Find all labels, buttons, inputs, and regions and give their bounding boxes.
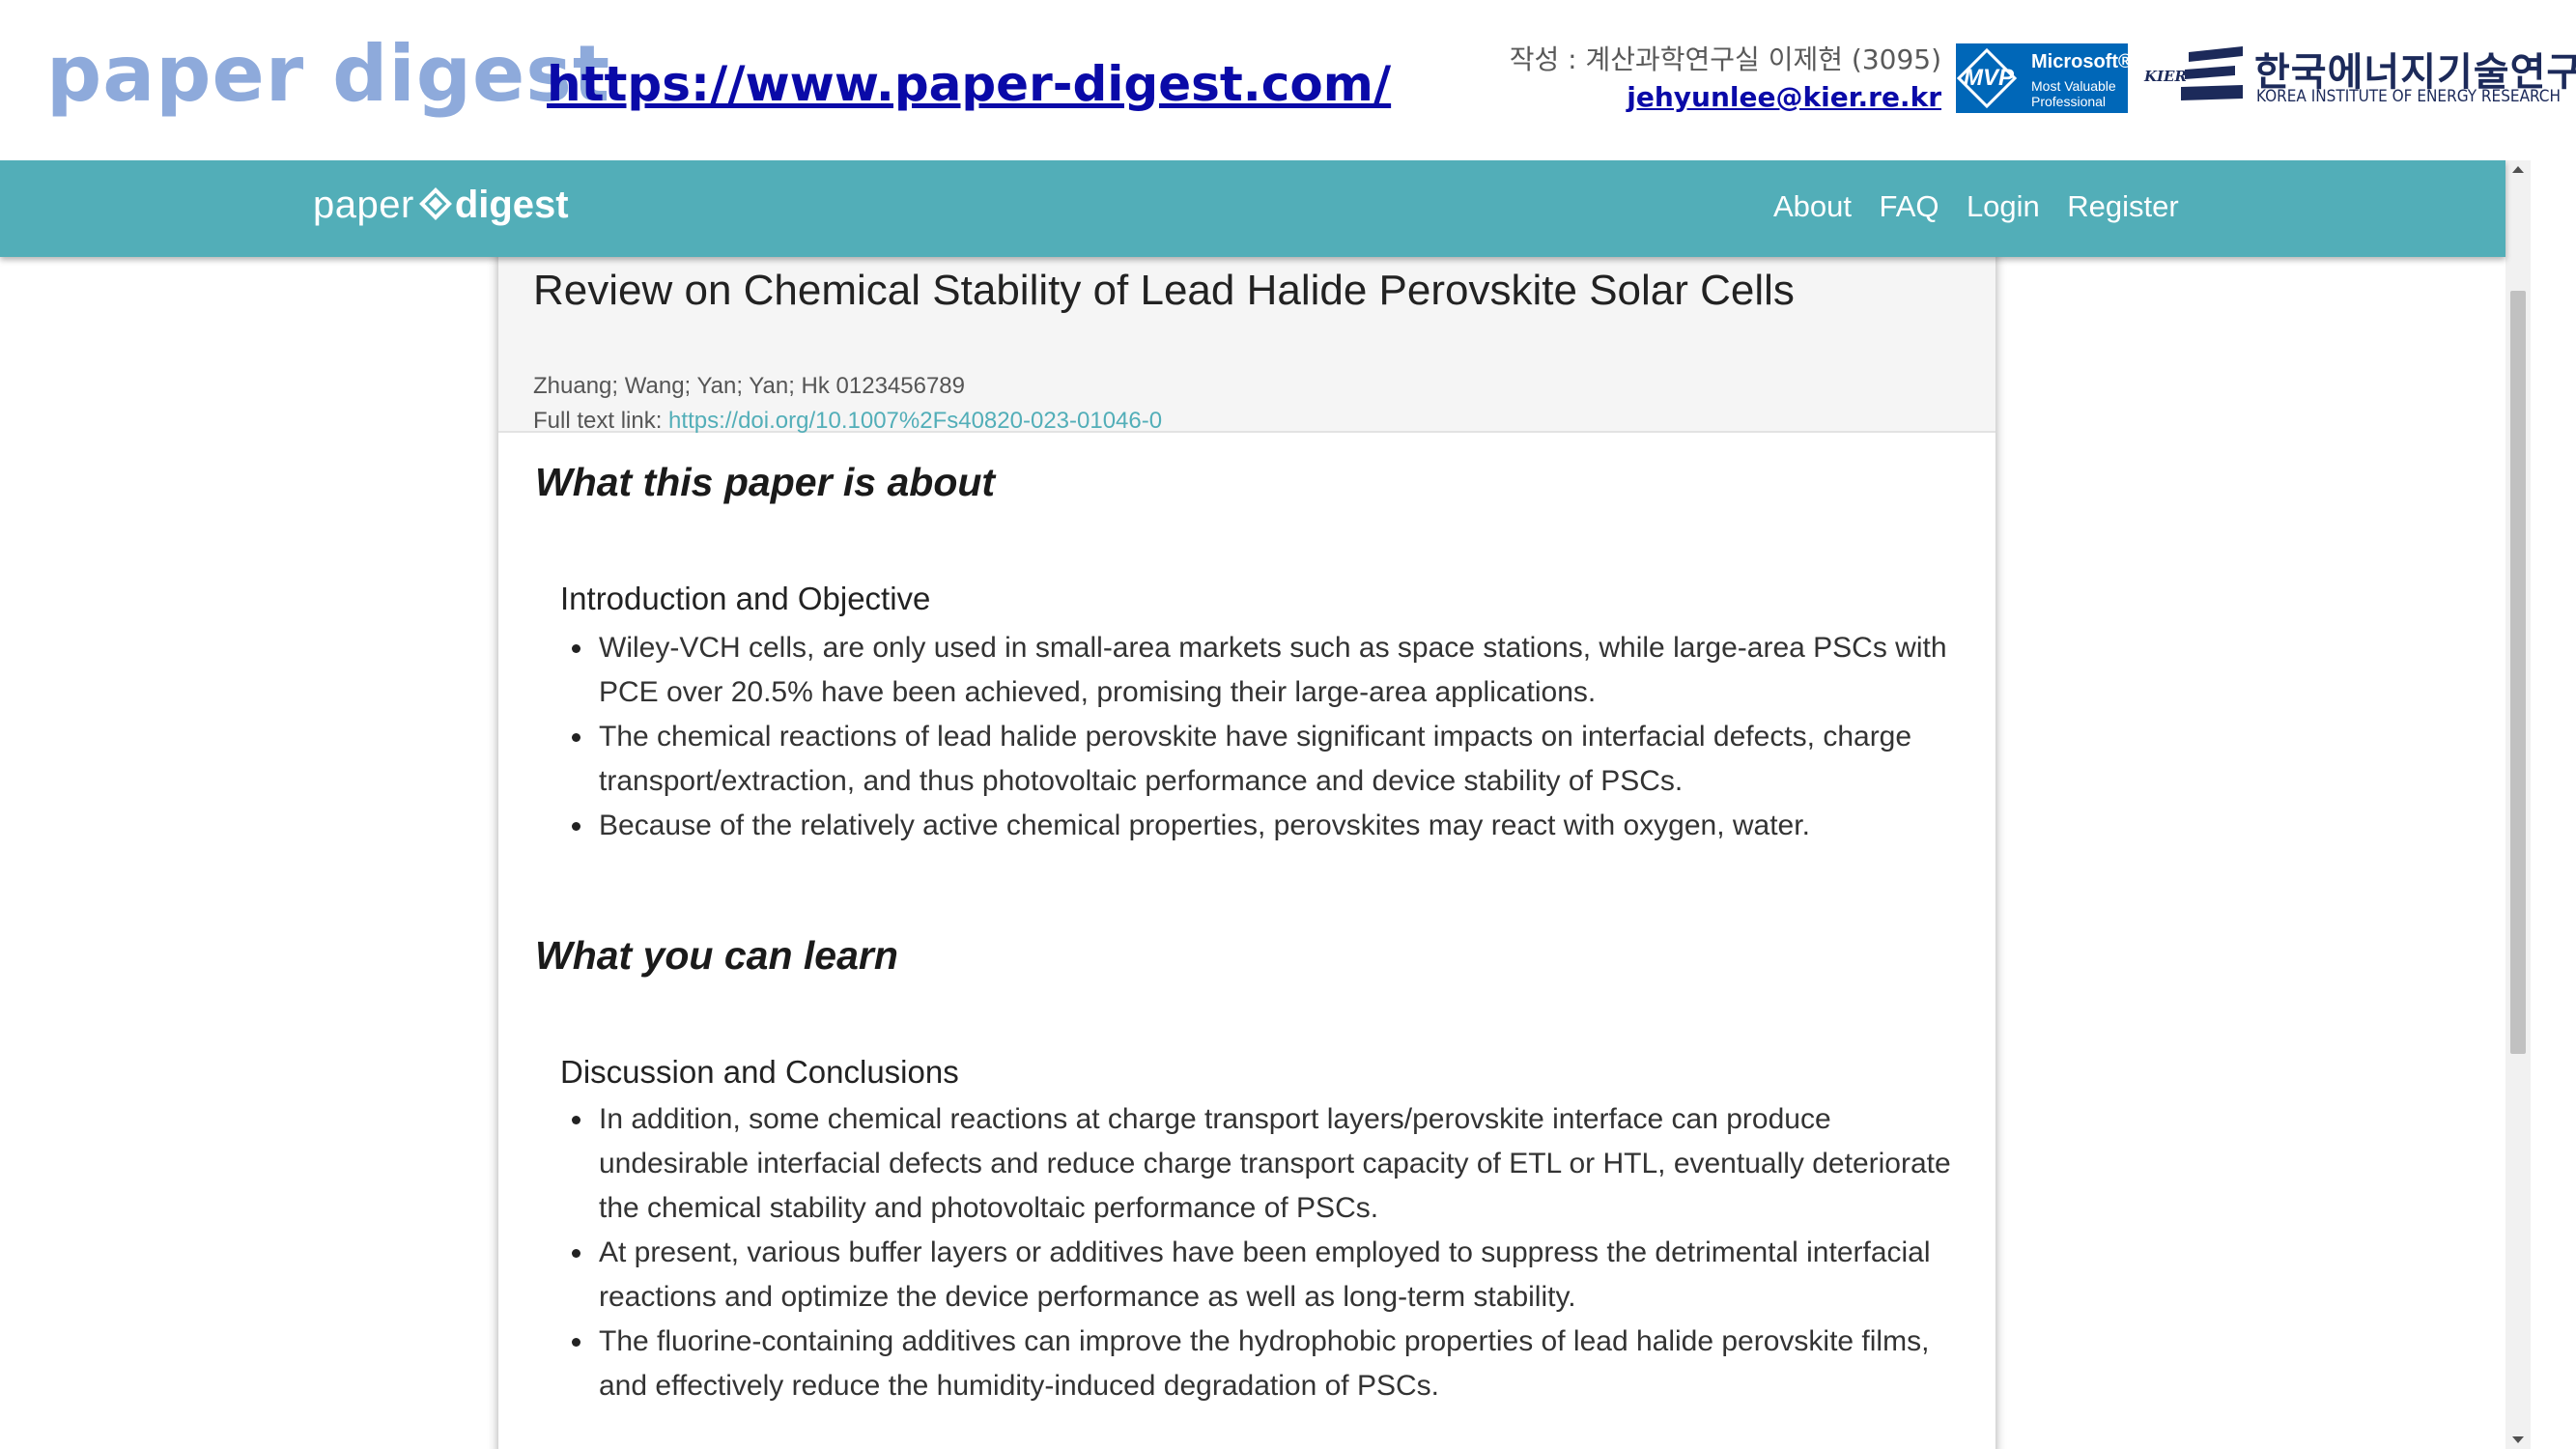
list-item: In addition, some chemical reactions at … xyxy=(560,1097,1961,1231)
scrollbar-thumb[interactable] xyxy=(2510,291,2526,1054)
brand-diamond-icon xyxy=(418,187,452,220)
kier-logo: KIER 한국에너지기술연구원 KOREA INSTITUTE OF ENERG… xyxy=(2142,39,2576,116)
scroll-down-icon[interactable] xyxy=(2512,1436,2524,1443)
nav-about[interactable]: About xyxy=(1773,189,1852,223)
list-item: Because of the relatively active chemica… xyxy=(560,804,1961,848)
brand-digest: digest xyxy=(454,184,569,226)
browser-viewport: paper digest About FAQ Login Register Rev… xyxy=(0,160,2531,1449)
discussion-bullet-list: In addition, some chemical reactions at … xyxy=(560,1097,1961,1408)
subsection-introduction: Introduction and Objective xyxy=(560,581,931,616)
paper-authors: Zhuang; Wang; Yan; Yan; Hk 0123456789 xyxy=(533,373,965,399)
microsoft-mvp-logo: MVP Microsoft® Most Valuable Professiona… xyxy=(1956,43,2128,113)
nav-login[interactable]: Login xyxy=(1967,189,2040,223)
nav-register[interactable]: Register xyxy=(2067,189,2178,223)
introduction-bullet-list: Wiley-VCH cells, are only used in small-… xyxy=(560,626,1961,848)
vertical-scrollbar[interactable] xyxy=(2505,160,2531,1449)
mvp-line1: Most Valuable xyxy=(2031,78,2116,94)
list-item: At present, various buffer layers or add… xyxy=(560,1231,1961,1320)
kier-english-name: KOREA INSTITUTE OF ENERGY RESEARCH xyxy=(2256,87,2561,106)
mvp-abbr: MVP xyxy=(1963,65,2014,91)
svg-text:KIER: KIER xyxy=(2143,68,2187,85)
author-block: 작성 : 계산과학연구실 이제현 (3095) jehyunlee@kier.r… xyxy=(1487,39,1941,113)
scroll-up-icon[interactable] xyxy=(2512,166,2524,173)
paper-title: Review on Chemical Stability of Lead Hal… xyxy=(533,267,1795,314)
full-text-link-row: Full text link: https://doi.org/10.1007%… xyxy=(533,408,1162,435)
subsection-discussion: Discussion and Conclusions xyxy=(560,1054,959,1090)
nav-links: About FAQ Login Register xyxy=(1773,189,2202,224)
site-navbar: paper digest About FAQ Login Register xyxy=(0,160,2505,257)
full-text-link[interactable]: https://doi.org/10.1007%2Fs40820-023-010… xyxy=(668,408,1162,434)
slide-url-link[interactable]: https://www.paper-digest.com/ xyxy=(547,56,1391,112)
slide-title: paper digest xyxy=(46,29,611,119)
list-item: Wiley-VCH cells, are only used in small-… xyxy=(560,626,1961,715)
paper-digest-logo[interactable]: paper digest xyxy=(313,184,569,232)
slide-header: paper digest https://www.paper-digest.co… xyxy=(0,0,2576,160)
author-email-link[interactable]: jehyunlee@kier.re.kr xyxy=(1487,81,1941,113)
full-text-link-label: Full text link: xyxy=(533,408,669,434)
mvp-brand: Microsoft® xyxy=(2031,51,2128,72)
section-heading-about: What this paper is about xyxy=(535,460,996,504)
section-heading-learn: What you can learn xyxy=(535,933,898,978)
list-item: The fluorine-containing additives can im… xyxy=(560,1320,1961,1408)
kier-mark-icon: KIER xyxy=(2143,46,2243,100)
brand-paper: paper xyxy=(313,184,414,226)
author-line: 작성 : 계산과학연구실 이제현 (3095) xyxy=(1509,43,1941,75)
paper-card: Review on Chemical Stability of Lead Hal… xyxy=(498,220,1996,1449)
mvp-line2: Professional xyxy=(2031,94,2107,109)
list-item: The chemical reactions of lead halide pe… xyxy=(560,715,1961,804)
nav-faq[interactable]: FAQ xyxy=(1879,189,1939,223)
